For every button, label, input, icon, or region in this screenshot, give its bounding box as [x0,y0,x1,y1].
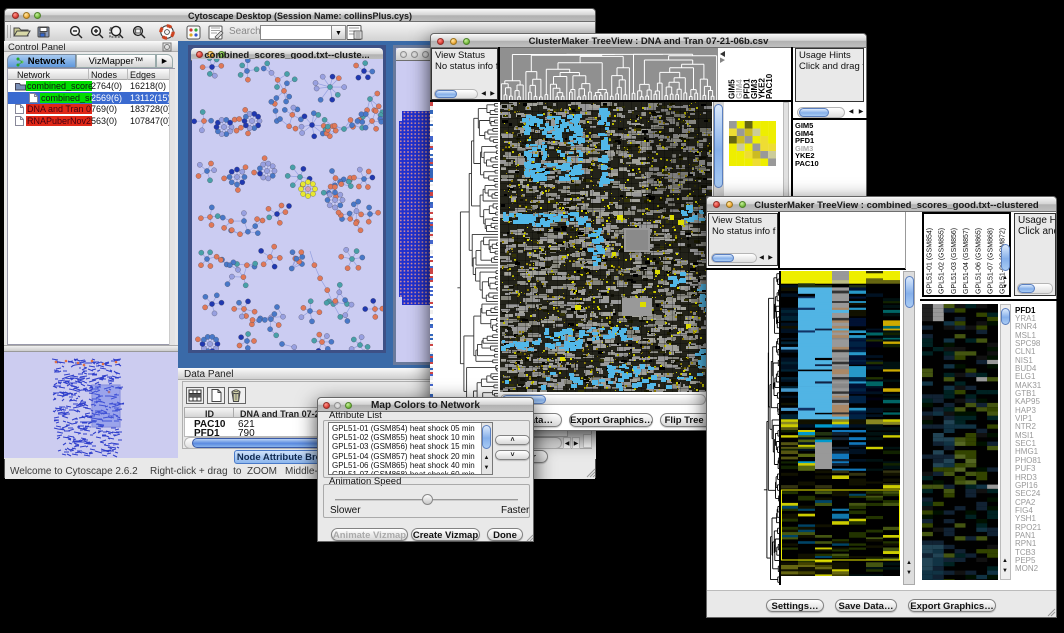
svg-text:PAC10: PAC10 [765,73,774,99]
